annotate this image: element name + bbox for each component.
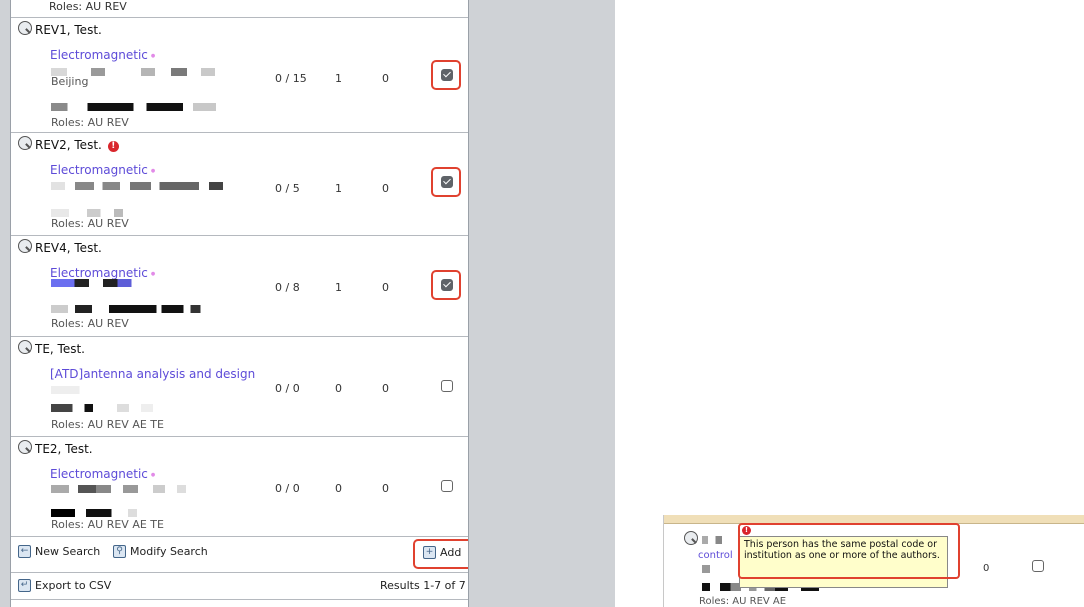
- active-stat: 1: [335, 182, 342, 195]
- city-text: Beijing: [51, 75, 89, 88]
- completed-stat: 0: [382, 182, 389, 195]
- roles-text: Roles: AU REV AE TE: [51, 518, 164, 531]
- magnifier-icon[interactable]: [18, 340, 32, 354]
- left-panel: Roles: AU REV REV1, Test. Electromagneti…: [0, 0, 615, 607]
- keyword-link[interactable]: Electromagnetic: [50, 467, 155, 481]
- roles-text: Roles: AU REV AE: [699, 596, 787, 607]
- redacted-text: [51, 386, 146, 394]
- redacted-text: [51, 305, 221, 313]
- redacted-text: [702, 565, 710, 573]
- redacted-text: [51, 209, 141, 217]
- tooltip-highlight: [738, 523, 960, 579]
- completed-stat: 0: [382, 382, 389, 395]
- redacted-text: [51, 103, 216, 111]
- redacted-text: [51, 404, 171, 412]
- active-stat: 1: [335, 281, 342, 294]
- select-checkbox[interactable]: [441, 279, 453, 291]
- search-actions-bar: ← New Search ⚲ Modify Search + Add: [11, 536, 468, 573]
- reviewer-row: REV1, Test. Electromagnetic Beijing 0 / …: [11, 17, 468, 133]
- roles-text: Roles: AU REV: [51, 317, 129, 330]
- modify-search-icon: ⚲: [113, 545, 126, 558]
- select-checkbox[interactable]: [441, 176, 453, 188]
- keyword-link[interactable]: [ATD]antenna analysis and design: [50, 367, 255, 381]
- truncated-row: Roles: AU REV: [11, 0, 468, 18]
- reviewer-results-panel: Roles: AU REV REV1, Test. Electromagneti…: [10, 0, 469, 607]
- magnifier-icon[interactable]: [684, 531, 698, 545]
- stat-value: 0: [983, 563, 990, 574]
- new-search-label: New Search: [35, 545, 101, 558]
- completed-stat: 0: [382, 72, 389, 85]
- magnifier-icon[interactable]: [18, 440, 32, 454]
- select-checkbox[interactable]: [441, 69, 453, 81]
- keyword-link[interactable]: control: [698, 550, 733, 561]
- redacted-text: [51, 509, 161, 517]
- redacted-text: [702, 536, 727, 544]
- reviewer-name[interactable]: TE, Test.: [35, 342, 85, 356]
- invitations-stat: 0 / 15: [275, 72, 307, 85]
- invitations-stat: 0 / 5: [275, 182, 300, 195]
- invitations-stat: 0 / 0: [275, 482, 300, 495]
- reviewer-name[interactable]: REV2, Test.!: [35, 138, 119, 152]
- modify-search-label: Modify Search: [130, 545, 208, 558]
- tooltip-example-panel: ! control This person has the same posta…: [663, 515, 1084, 607]
- magnifier-icon[interactable]: [18, 239, 32, 253]
- reviewer-row: REV4, Test. Electromagnetic 0 / 8 1 0 Ro…: [11, 235, 468, 337]
- redacted-text: [51, 182, 223, 190]
- add-label: Add: [440, 546, 462, 559]
- reviewer-row: REV2, Test.! Electromagnetic 0 / 5 1 0 R…: [11, 132, 468, 236]
- active-stat: 0: [335, 382, 342, 395]
- keyword-link[interactable]: Electromagnetic: [50, 163, 155, 177]
- roles-text: Roles: AU REV: [51, 217, 129, 230]
- completed-stat: 0: [382, 482, 389, 495]
- results-count: Results 1-7 of 7: [380, 579, 466, 592]
- invitations-stat: 0 / 8: [275, 281, 300, 294]
- active-stat: 1: [335, 72, 342, 85]
- reviewer-name[interactable]: TE2, Test.: [35, 442, 93, 456]
- select-checkbox[interactable]: [441, 480, 453, 492]
- reviewer-row: TE, Test. [ATD]antenna analysis and desi…: [11, 336, 468, 437]
- alert-icon[interactable]: !: [107, 141, 119, 152]
- redacted-text: [51, 279, 146, 287]
- new-search-icon: ←: [18, 545, 31, 558]
- magnifier-icon[interactable]: [18, 136, 32, 150]
- invitations-stat: 0 / 0: [275, 382, 300, 395]
- roles-text: Roles: AU REV AE TE: [51, 418, 164, 431]
- reviewer-name[interactable]: REV4, Test.: [35, 241, 102, 255]
- roles-text: Roles: AU REV: [51, 116, 129, 129]
- keyword-link[interactable]: Electromagnetic: [50, 266, 155, 280]
- roles-text: Roles: AU REV: [49, 0, 127, 13]
- reviewer-name[interactable]: REV1, Test.: [35, 23, 102, 37]
- select-checkbox[interactable]: [441, 380, 453, 392]
- export-bar: ↵ Export to CSV Results 1-7 of 7: [11, 573, 468, 600]
- completed-stat: 0: [382, 281, 389, 294]
- add-icon: +: [423, 546, 436, 559]
- magnifier-icon[interactable]: [18, 21, 32, 35]
- keyword-link[interactable]: Electromagnetic: [50, 48, 155, 62]
- reviewer-row: TE2, Test. Electromagnetic 0 / 0 0 0 Rol…: [11, 436, 468, 537]
- select-checkbox[interactable]: [1032, 560, 1044, 572]
- export-icon: ↵: [18, 579, 31, 592]
- redacted-text: [51, 485, 201, 493]
- export-csv-label: Export to CSV: [35, 579, 112, 592]
- active-stat: 0: [335, 482, 342, 495]
